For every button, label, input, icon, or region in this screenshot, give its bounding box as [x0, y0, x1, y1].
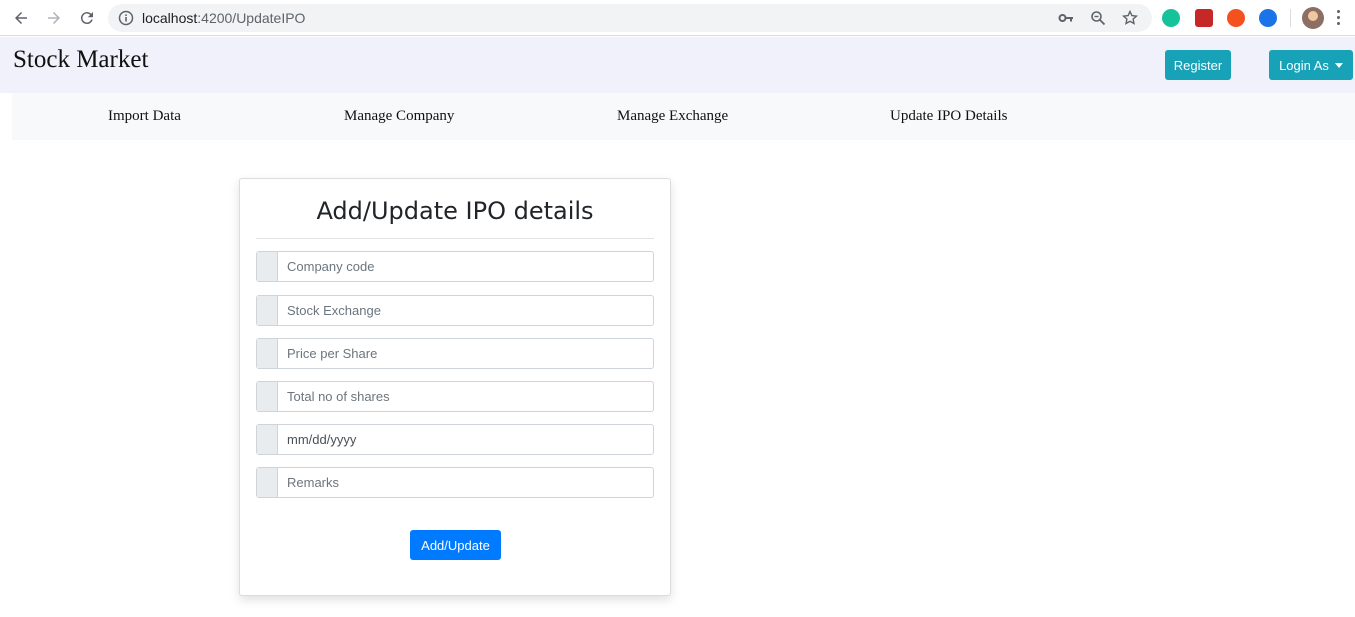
- address-bar[interactable]: localhost:4200/UpdateIPO: [108, 4, 1152, 32]
- company-code-field[interactable]: Company code: [256, 251, 654, 282]
- info-icon[interactable]: [118, 10, 134, 26]
- date-placeholder: mm/dd/yyyy: [287, 432, 357, 447]
- profile-avatar[interactable]: [1302, 7, 1324, 29]
- register-button[interactable]: Register: [1165, 50, 1231, 80]
- form-title: Add/Update IPO details: [316, 197, 594, 225]
- app-header: Stock Market Register Login As: [0, 37, 1355, 93]
- browser-toolbar: localhost:4200/UpdateIPO: [0, 0, 1355, 36]
- alert-extension-icon[interactable]: [1227, 9, 1245, 27]
- stock-exchange-field[interactable]: Stock Exchange: [256, 295, 654, 326]
- caret-down-icon: [1334, 62, 1343, 68]
- nav-update-ipo-details[interactable]: Update IPO Details: [890, 108, 1007, 125]
- input-addon: [257, 382, 278, 411]
- url-text: localhost:4200/UpdateIPO: [142, 10, 306, 26]
- nav-manage-exchange[interactable]: Manage Exchange: [617, 108, 728, 125]
- sub-navigation: Import Data Manage Company Manage Exchan…: [12, 93, 1355, 140]
- toolbar-divider: [1290, 9, 1291, 27]
- blue-extension-icon[interactable]: [1259, 9, 1277, 27]
- input-addon: [257, 425, 278, 454]
- add-update-button[interactable]: Add/Update: [410, 530, 501, 560]
- price-per-share-field[interactable]: Price per Share: [256, 338, 654, 369]
- input-addon: [257, 296, 278, 325]
- nav-import-data[interactable]: Import Data: [108, 108, 181, 125]
- remarks-field[interactable]: Remarks: [256, 467, 654, 498]
- login-as-label: Login As: [1279, 57, 1329, 73]
- input-addon: [257, 468, 278, 497]
- video-extension-icon[interactable]: [1195, 9, 1213, 27]
- forward-arrow-icon[interactable]: [42, 6, 66, 30]
- date-field[interactable]: mm/dd/yyyy: [256, 424, 654, 455]
- brand-title: Stock Market: [13, 46, 149, 73]
- menu-kebab-icon[interactable]: [1335, 9, 1341, 27]
- input-addon: [257, 339, 278, 368]
- ipo-form-card: Add/Update IPO details Company code Stoc…: [239, 178, 671, 596]
- stock-exchange-placeholder: Stock Exchange: [287, 303, 381, 318]
- nav-manage-company[interactable]: Manage Company: [344, 108, 454, 125]
- add-update-label: Add/Update: [421, 537, 490, 553]
- total-shares-field[interactable]: Total no of shares: [256, 381, 654, 412]
- register-label: Register: [1173, 57, 1223, 73]
- price-per-share-placeholder: Price per Share: [287, 346, 378, 361]
- key-icon[interactable]: [1058, 10, 1074, 26]
- star-icon[interactable]: [1122, 10, 1138, 26]
- title-divider: [256, 238, 654, 239]
- remarks-placeholder: Remarks: [287, 475, 340, 490]
- company-code-placeholder: Company code: [287, 259, 375, 274]
- total-shares-placeholder: Total no of shares: [287, 389, 390, 404]
- zoom-icon[interactable]: [1090, 10, 1106, 26]
- input-addon: [257, 252, 278, 281]
- back-arrow-icon[interactable]: [9, 6, 33, 30]
- reload-icon[interactable]: [75, 6, 99, 30]
- login-as-dropdown[interactable]: Login As: [1269, 50, 1353, 80]
- grammarly-extension-icon[interactable]: [1162, 9, 1180, 27]
